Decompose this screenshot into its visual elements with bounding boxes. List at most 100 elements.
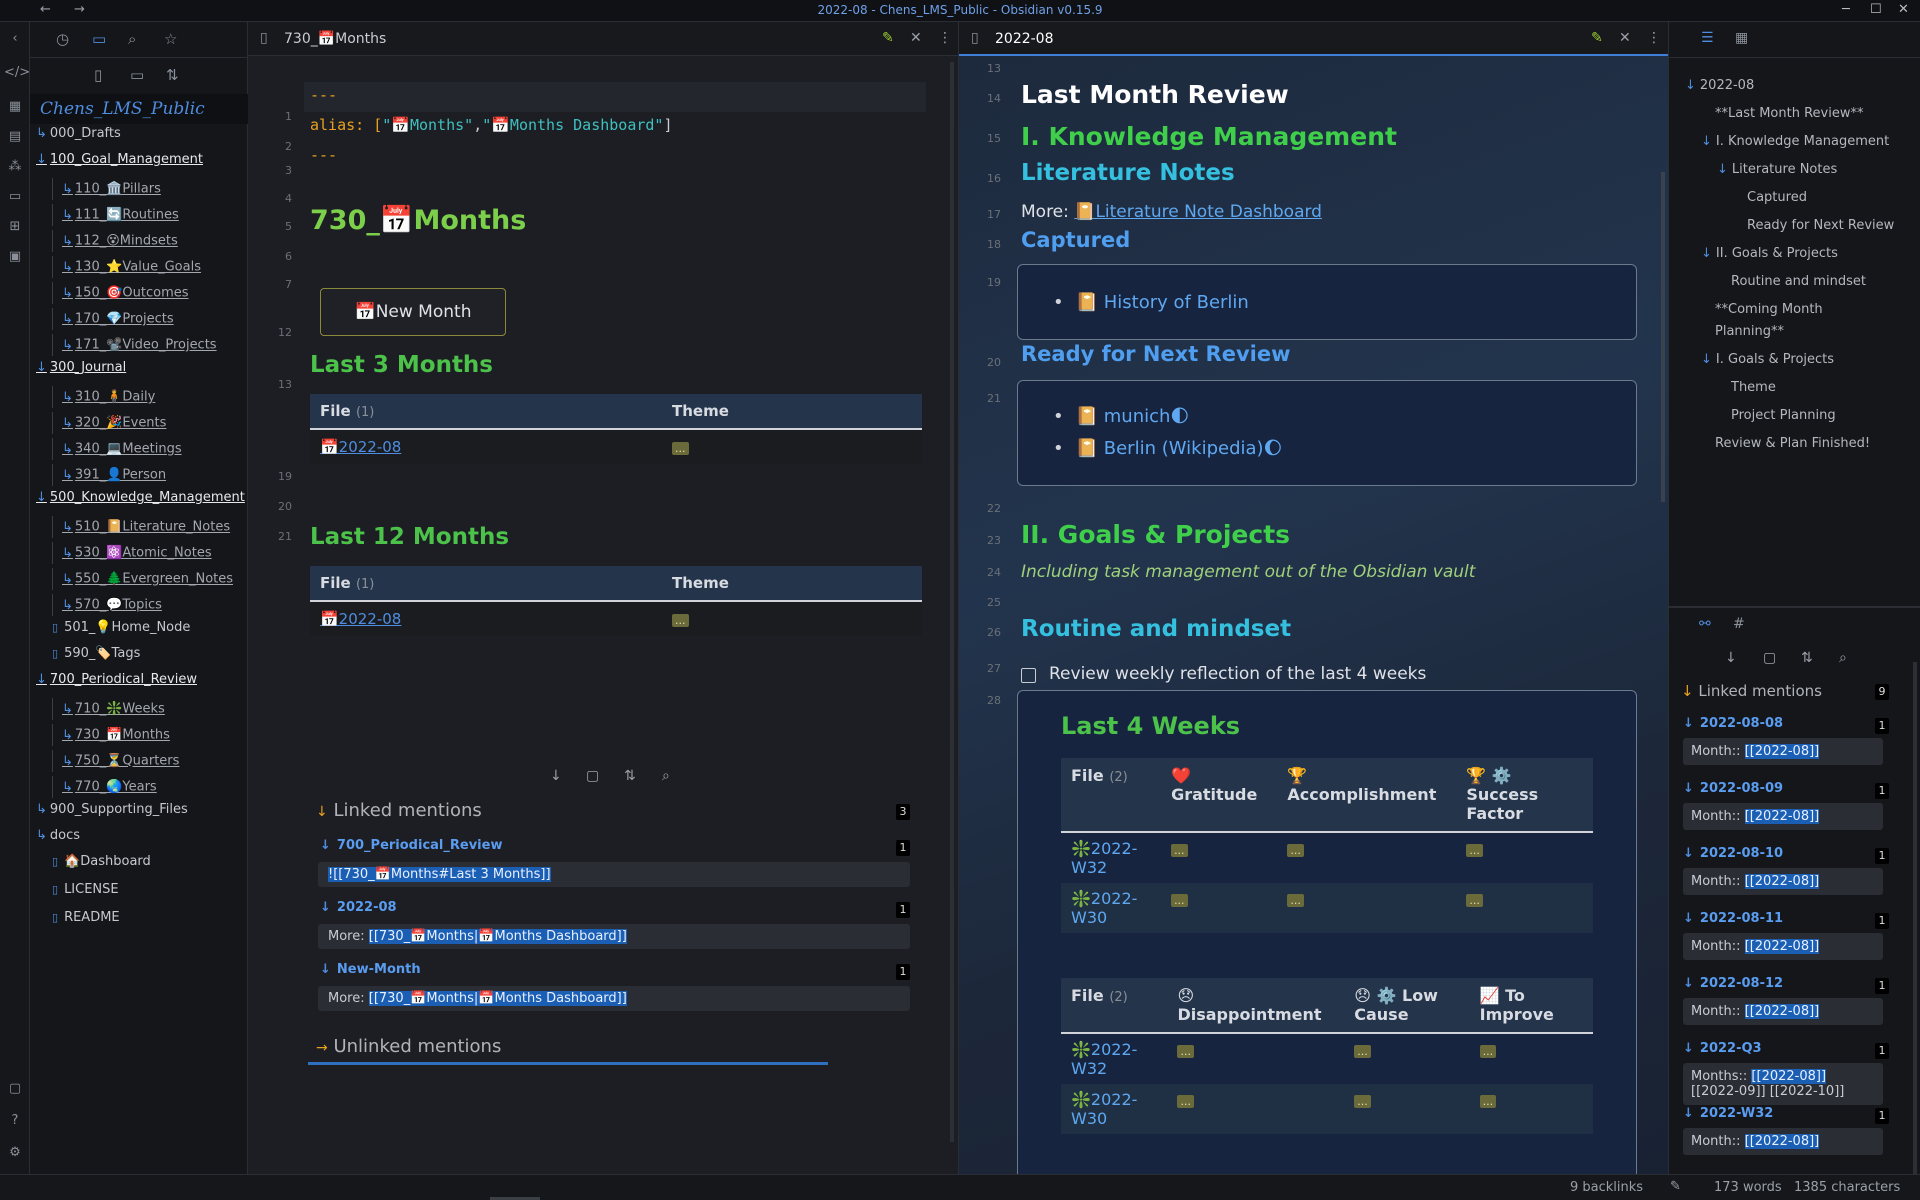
edit-pencil-icon[interactable]: ✎ <box>1591 30 1603 46</box>
tree-item[interactable]: ▯ 🏠Dashboard <box>52 854 151 876</box>
tree-item[interactable]: ↳ 130_⭐Value_Goals <box>52 256 201 278</box>
collapse-sidebar-icon[interactable]: ‹ <box>4 28 26 50</box>
slides-icon[interactable]: ▭ <box>4 186 26 208</box>
tree-item[interactable]: ↳ 770_🌏Years <box>52 776 157 798</box>
collapse-results-icon[interactable]: ↓ <box>1725 650 1737 666</box>
week-cell[interactable]: ❇️2022-W30 <box>1061 1084 1168 1134</box>
literature-dashboard-link[interactable]: 📔Literature Note Dashboard <box>1074 202 1322 222</box>
backlink-source[interactable]: ↓ 2022-08-08 <box>1683 716 1783 731</box>
code-icon[interactable]: </> <box>4 62 30 84</box>
backlink-context[interactable]: Month:: [[2022-08]] <box>1683 1128 1883 1155</box>
tree-item[interactable]: ↳ 730_📅Months <box>52 724 170 746</box>
outline-item[interactable]: Captured <box>1733 190 1807 205</box>
vault-icon[interactable]: ▢ <box>4 1078 26 1100</box>
tree-item[interactable]: ↓ 500_Knowledge_Management <box>36 490 245 512</box>
outline-item[interactable]: ↓ Literature Notes <box>1717 162 1837 177</box>
tree-item[interactable]: ↳ 570_💬Topics <box>52 594 162 616</box>
tree-item[interactable]: ↳ 150_🎯Outcomes <box>52 282 189 304</box>
search-icon[interactable]: ⌕ <box>128 30 136 48</box>
sort-icon[interactable]: ⇅ <box>166 66 179 84</box>
tree-item[interactable]: ↓ 700_Periodical_Review <box>36 672 197 694</box>
backlink-context[interactable]: Month:: [[2022-08]] <box>1683 738 1883 765</box>
tree-item[interactable]: ↳ 391_👤Person <box>52 464 166 486</box>
tree-item[interactable]: ↳ 110_🏛️Pillars <box>52 178 161 200</box>
file-explorer-icon[interactable]: ▭ <box>92 30 106 48</box>
tree-item[interactable]: ↳ docs <box>36 828 80 850</box>
mention-context[interactable]: More: [[730_📅Months|📅Months Dashboard]] <box>318 986 910 1011</box>
backlink-context[interactable]: Month:: [[2022-08]] <box>1683 998 1883 1025</box>
vertical-scrollbar[interactable] <box>1913 662 1917 1182</box>
week-cell[interactable]: ❇️2022-W32 <box>1061 832 1161 883</box>
week-cell[interactable]: ❇️2022-W30 <box>1061 883 1162 933</box>
tree-item[interactable]: ↳ 000_Drafts <box>36 126 121 148</box>
outline-item[interactable]: **Last Month Review** <box>1701 106 1863 121</box>
graph-icon[interactable]: ⁂ <box>4 156 26 178</box>
outline-item[interactable]: ↓ 2022-08 <box>1685 78 1754 93</box>
value-cell[interactable]: ... <box>1479 1095 1497 1108</box>
task-checkbox[interactable] <box>1021 668 1036 683</box>
new-month-button[interactable]: 📅New Month <box>320 288 506 336</box>
backlink-source[interactable]: ↓ 2022-08-10 <box>1683 846 1783 861</box>
new-note-icon[interactable]: ▯ <box>94 66 102 84</box>
show-context-icon[interactable]: ▢ <box>586 768 599 784</box>
more-options-icon[interactable]: ⋮ <box>938 30 952 46</box>
value-cell[interactable]: ... <box>1287 844 1304 857</box>
more-options-icon[interactable]: ⋮ <box>1647 30 1661 46</box>
outline-item[interactable]: Ready for Next Review <box>1733 218 1894 233</box>
calendar-icon[interactable]: ▦ <box>1735 30 1748 46</box>
tree-item[interactable]: ▯ 590_🏷️Tags <box>52 646 140 668</box>
tree-item[interactable]: ↳ 340_💻Meetings <box>52 438 182 460</box>
template-icon[interactable]: ▤ <box>4 126 26 148</box>
tree-item[interactable]: ↳ 550_🌲Evergreen_Notes <box>52 568 233 590</box>
tree-item[interactable]: ↳ 510_📔Literature_Notes <box>52 516 230 538</box>
mention-group[interactable]: ↓ 2022-08 <box>320 900 397 915</box>
value-cell[interactable]: ... <box>1354 1095 1371 1108</box>
outline-icon[interactable]: ☰ <box>1701 30 1714 46</box>
linked-mentions-header[interactable]: ↓ Linked mentions <box>1681 682 1822 700</box>
list-item[interactable]: • 📔 History of Berlin <box>1053 292 1249 313</box>
mention-context[interactable]: More: [[730_📅Months|📅Months Dashboard]] <box>318 924 910 949</box>
mention-group[interactable]: ↓ 700_Periodical_Review <box>320 838 502 853</box>
recent-files-icon[interactable]: ◷ <box>56 30 69 48</box>
sort-order-icon[interactable]: ⇅ <box>624 768 636 784</box>
vertical-scrollbar[interactable] <box>1661 172 1665 502</box>
close-pane-icon[interactable]: ✕ <box>910 30 922 46</box>
tree-item[interactable]: ↳ 170_💎Projects <box>52 308 174 330</box>
tree-item[interactable]: ↳ 530_⚛️Atomic_Notes <box>52 542 212 564</box>
value-cell[interactable]: ... <box>1177 1045 1194 1058</box>
month-link[interactable]: 📅2022-08 <box>320 610 401 628</box>
outline-item[interactable]: ↓ II. Goals & Projects <box>1701 246 1838 261</box>
backlink-context[interactable]: Month:: [[2022-08]] <box>1683 803 1883 830</box>
backlinks-count[interactable]: 9 backlinks <box>1570 1180 1643 1195</box>
value-cell[interactable]: ... <box>1171 844 1188 857</box>
horizontal-scrollbar[interactable] <box>308 1062 828 1065</box>
backlink-context[interactable]: Months:: [[2022-08]] [[2022-09]] [[2022-… <box>1683 1063 1883 1105</box>
outline-item[interactable]: Theme <box>1717 380 1776 395</box>
tree-item[interactable]: ▯ 501_💡Home_Node <box>52 620 190 642</box>
tree-item[interactable]: ↳ 750_⏳Quarters <box>52 750 179 772</box>
table-icon[interactable]: ⊞ <box>4 216 26 238</box>
theme-cell[interactable]: ... <box>672 442 689 455</box>
list-item[interactable]: • 📔 Berlin (Wikipedia)🌔 <box>1053 438 1282 459</box>
value-cell[interactable]: ... <box>1177 1095 1194 1108</box>
backlink-source[interactable]: ↓ 2022-Q3 <box>1683 1041 1762 1056</box>
settings-gear-icon[interactable]: ⚙ <box>4 1142 26 1164</box>
tree-item[interactable]: ↓ 300_Journal <box>36 360 126 382</box>
search-filter-icon[interactable]: ⌕ <box>1839 650 1847 666</box>
sort-order-icon[interactable]: ⇅ <box>1801 650 1813 666</box>
tree-item[interactable]: ↳ 111_🔄Routines <box>52 204 179 226</box>
value-cell[interactable]: ... <box>1354 1045 1371 1058</box>
new-folder-icon[interactable]: ▭ <box>130 66 144 84</box>
mention-group[interactable]: ↓ New-Month <box>320 962 421 977</box>
backlink-context[interactable]: Month:: [[2022-08]] <box>1683 868 1883 895</box>
backlink-source[interactable]: ↓ 2022-08-11 <box>1683 911 1783 926</box>
outline-item[interactable]: Routine and mindset <box>1717 274 1866 289</box>
theme-cell[interactable]: ... <box>672 614 689 627</box>
backlink-source[interactable]: ↓ 2022-08-09 <box>1683 781 1783 796</box>
value-cell[interactable]: ... <box>1479 1045 1497 1058</box>
minimize-icon[interactable]: ─ <box>1842 2 1850 17</box>
search-filter-icon[interactable]: ⌕ <box>662 768 670 784</box>
tree-item[interactable]: ↳ 710_❇️Weeks <box>52 698 165 720</box>
value-cell[interactable]: ... <box>1171 894 1188 907</box>
outline-item[interactable]: Review & Plan Finished! <box>1701 436 1870 451</box>
